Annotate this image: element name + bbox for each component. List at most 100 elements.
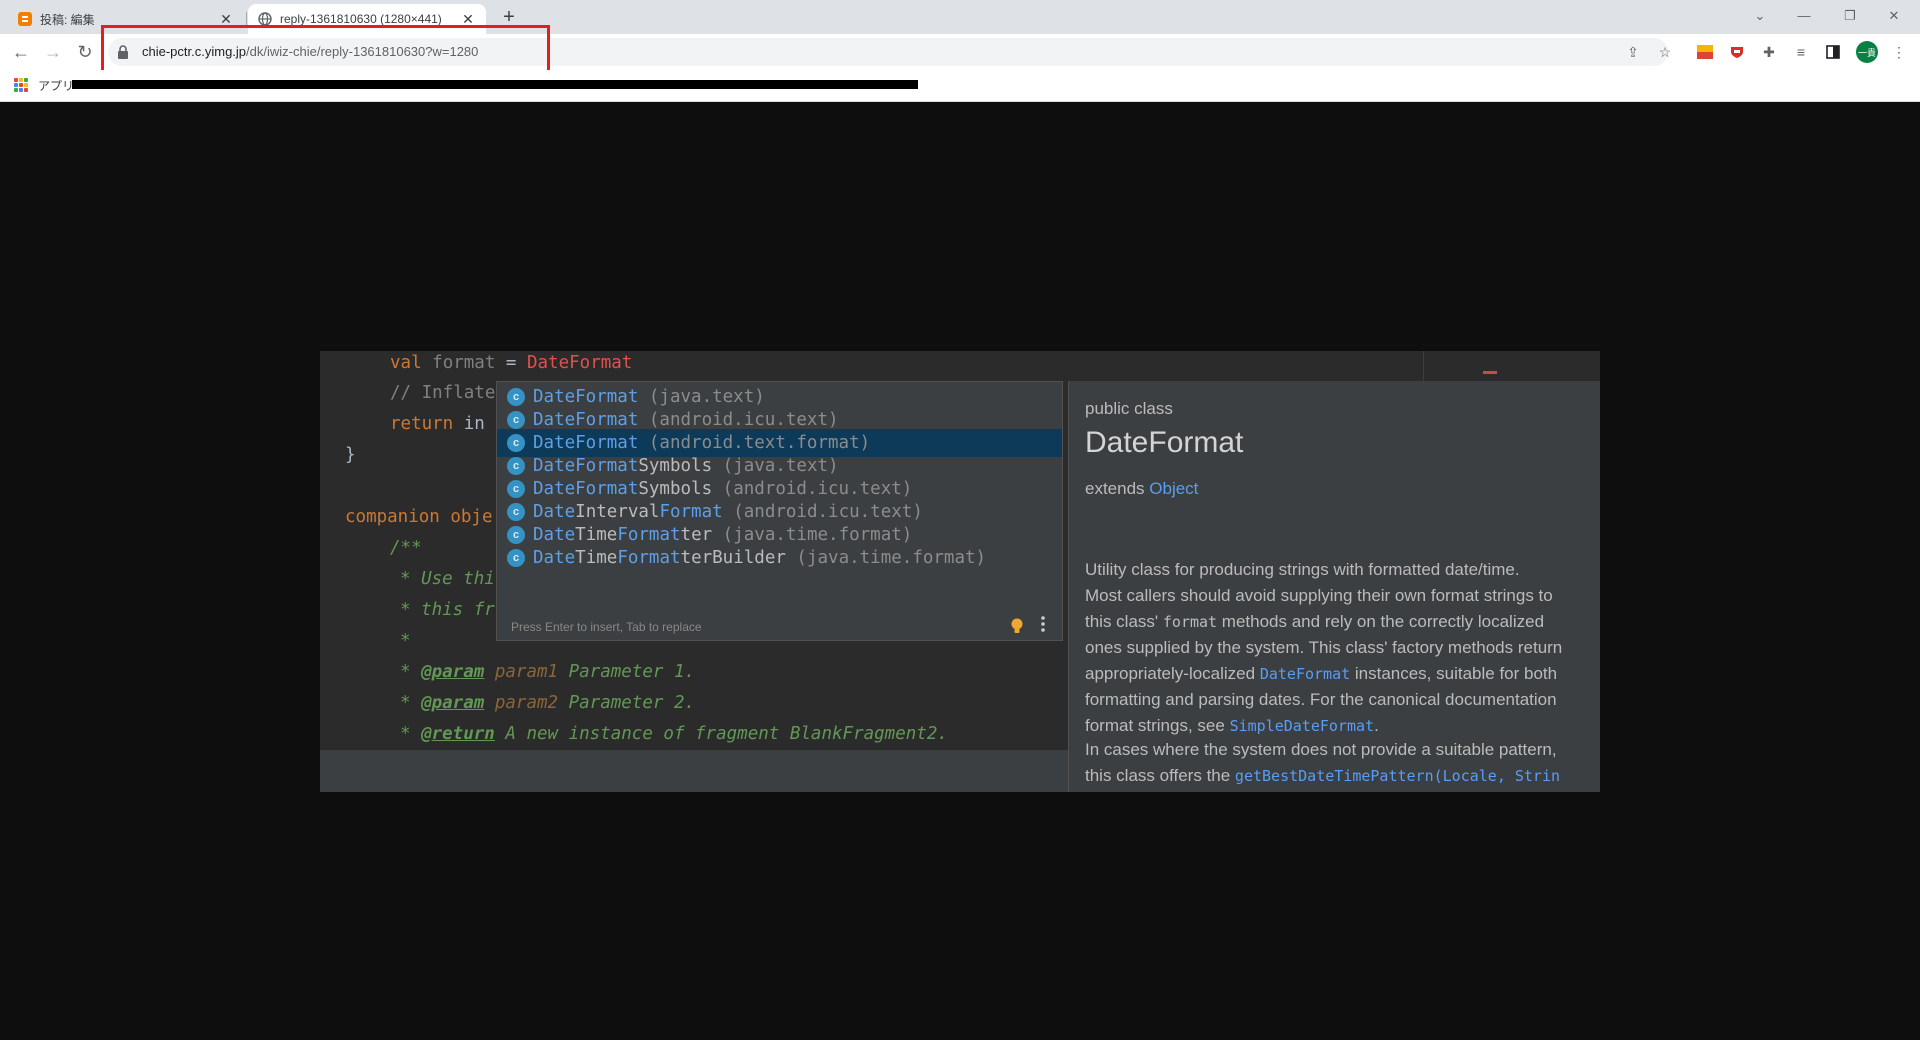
doc-star: * (400, 724, 422, 744)
minimize-button[interactable]: — (1792, 6, 1816, 26)
doc-link[interactable]: getBestDateTimePattern(Locale, Strin (1235, 767, 1560, 785)
doc-text: appropriately-localized (1085, 663, 1260, 683)
doc-text: Parameter 1. (558, 662, 696, 682)
completion-text: DateTimeFormatterBuilder (java.time.form… (533, 544, 986, 572)
completion-match: Date (533, 525, 576, 545)
forward-button[interactable]: → (41, 40, 65, 64)
completion-name: Symbols (638, 456, 713, 476)
class-icon: c (507, 503, 525, 521)
completion-name: terBuilder (680, 548, 786, 568)
doc-text: A new instance of fragment BlankFragment… (494, 724, 948, 744)
doc-text: methods and rely on the correctly locali… (1217, 611, 1545, 631)
class-icon: c (507, 457, 525, 475)
completion-package: (android.icu.text) (638, 410, 839, 430)
doc-code: format (1162, 612, 1218, 631)
operator: = (495, 353, 527, 373)
back-button[interactable]: ← (9, 40, 33, 64)
completion-package: (java.text) (712, 456, 839, 476)
doc-extends-link[interactable]: Object (1149, 479, 1198, 498)
doc-text: this class offers the (1085, 765, 1235, 785)
share-icon[interactable]: ⇪ (1624, 43, 1642, 61)
ide-screenshot: val format = DateFormat // Inflate retur… (320, 351, 1600, 792)
doc-extends: extends Object (1085, 479, 1198, 499)
blogger-icon (18, 12, 32, 26)
completion-match: DateFormat (533, 456, 639, 476)
doc-paragraph: In cases where the system does not provi… (1085, 737, 1600, 789)
completion-package: (android.icu.text) (722, 502, 923, 522)
close-window-button[interactable]: ✕ (1882, 6, 1906, 26)
extension-shield-icon[interactable] (1728, 43, 1746, 61)
code-line: /** (390, 538, 422, 558)
doc-extends-label: extends (1085, 479, 1150, 498)
globe-icon (258, 12, 272, 26)
doc-param-name: param2 (484, 693, 559, 713)
profile-avatar[interactable]: 一貴 (1856, 41, 1878, 63)
code-line: * Use thi (400, 569, 495, 589)
bookmark-star-icon[interactable]: ☆ (1656, 43, 1674, 61)
completion-package: (java.text) (638, 387, 765, 407)
more-options-icon[interactable] (1041, 616, 1045, 632)
code-line: * this fr (400, 600, 495, 620)
keyword: val (390, 353, 433, 373)
code-line: val format = DateFormat (390, 353, 632, 373)
code-line: * @return A new instance of fragment Bla… (400, 724, 948, 744)
doc-link[interactable]: DateFormat (1260, 665, 1350, 683)
doc-line: ones supplied by the system. This class'… (1085, 638, 1563, 657)
doc-text: instances, suitable for both (1350, 663, 1558, 683)
completion-name: Symbols (638, 479, 713, 499)
completion-name: Time (575, 548, 618, 568)
reading-list-icon[interactable]: ≡ (1792, 43, 1810, 61)
completion-package: (java.time.format) (785, 548, 987, 568)
reload-button[interactable]: ↻ (73, 40, 97, 64)
keyword: return (390, 414, 464, 434)
doc-param-name: param1 (484, 662, 559, 682)
completion-name: Interval (575, 502, 660, 522)
identifier: in (463, 414, 485, 434)
code-line: * @param param1 Parameter 1. (400, 662, 695, 682)
completion-match: DateFormat (533, 410, 639, 430)
completion-match: Date (533, 548, 576, 568)
class-icon: c (507, 480, 525, 498)
code-line: } (345, 445, 356, 465)
unresolved-reference: DateFormat (526, 353, 633, 373)
apps-label[interactable]: アプリ (38, 77, 74, 94)
doc-text: format strings, see (1085, 715, 1230, 735)
doc-paragraph: Most callers should avoid supplying thei… (1085, 583, 1600, 739)
menu-kebab-icon[interactable]: ⋮ (1890, 43, 1908, 61)
extensions-puzzle-icon[interactable]: ✚ (1760, 43, 1778, 61)
code-line: * (400, 631, 411, 651)
completion-name: Time (575, 525, 618, 545)
doc-text: this class' (1085, 611, 1163, 631)
doc-line: In cases where the system does not provi… (1085, 740, 1557, 759)
doc-link[interactable]: SimpleDateFormat (1230, 717, 1375, 735)
lightbulb-icon[interactable] (1011, 618, 1023, 634)
right-margin-guide (1423, 351, 1424, 381)
doc-line: this class' format methods and rely on t… (1085, 609, 1600, 636)
url-highlight-box (101, 25, 550, 74)
doc-modifier: public class (1085, 399, 1173, 418)
apps-grid-icon[interactable] (14, 78, 28, 92)
extension-color-icon[interactable] (1696, 43, 1714, 61)
code-line: // Inflate (390, 383, 496, 403)
restore-button[interactable]: ❐ (1838, 6, 1862, 26)
class-icon: c (507, 549, 525, 567)
side-panel-icon[interactable] (1824, 43, 1842, 61)
completion-match: DateFormat (533, 433, 639, 453)
editor-bottom-bar (320, 750, 1068, 792)
code-line: return in (390, 414, 485, 434)
completion-item[interactable]: c DateTimeFormatterBuilder (java.time.for… (497, 544, 1062, 572)
completion-package: (android.text.format) (638, 433, 871, 453)
doc-line: formatting and parsing dates. For the ca… (1085, 690, 1557, 709)
bookmarks-bar: アプリ (0, 70, 1920, 102)
class-icon: c (507, 526, 525, 544)
completion-package: (android.icu.text) (712, 479, 913, 499)
tab-title: reply-1361810630 (1280×441) (280, 12, 442, 26)
completion-popup: c DateFormat (java.text) c DateFormat (andr… (496, 381, 1063, 641)
doc-text: Parameter 2. (558, 693, 696, 713)
documentation-popup: public class DateFormat extends Object U… (1068, 381, 1600, 792)
class-icon: c (507, 434, 525, 452)
doc-title: DateFormat (1085, 426, 1244, 459)
tab-search-icon[interactable]: ⌄ (1748, 6, 1772, 26)
code-line: companion obje (345, 507, 493, 527)
completion-match: Format (659, 502, 723, 522)
